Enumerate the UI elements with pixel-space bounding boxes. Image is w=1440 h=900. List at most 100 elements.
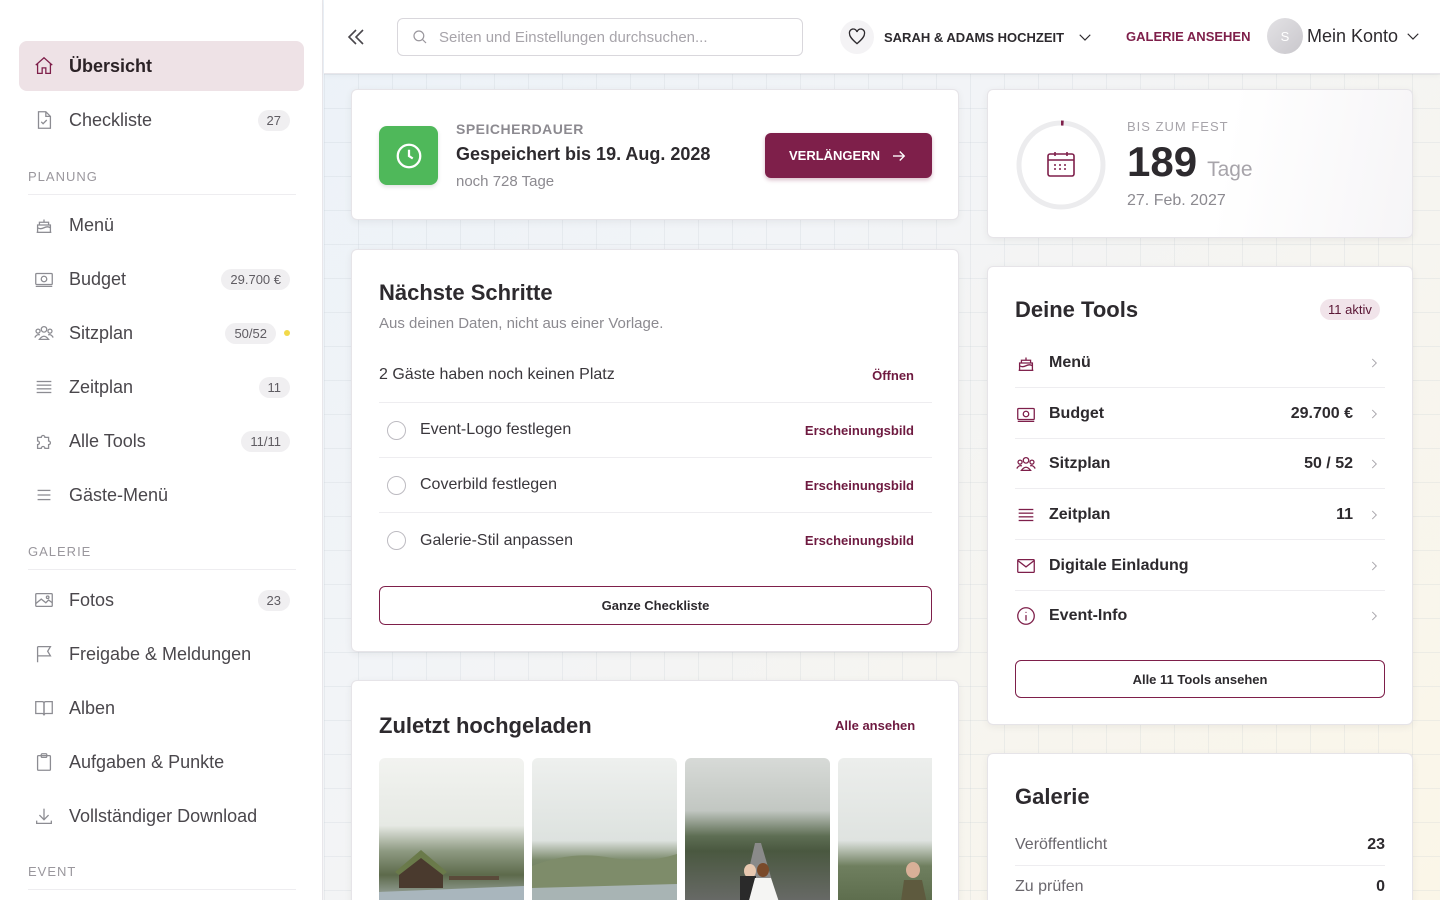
sidebar-item-albums[interactable]: Alben: [19, 683, 304, 733]
full-checklist-button[interactable]: Ganze Checkliste: [379, 586, 932, 625]
all-tools-button[interactable]: Alle 11 Tools ansehen: [1015, 660, 1385, 698]
sidebar-item-overview[interactable]: Übersicht: [19, 41, 304, 91]
countdown-date: 27. Feb. 2027: [1127, 192, 1226, 209]
extend-button[interactable]: VERLÄNGERN: [765, 133, 932, 178]
sidebar-item-seating[interactable]: Sitzplan 50/52: [19, 308, 304, 358]
gallery-stat-value: 23: [1367, 835, 1385, 853]
tools-title: Deine Tools: [1015, 297, 1139, 322]
sidebar-item-photos[interactable]: Fotos 23: [19, 575, 304, 625]
task-checkbox[interactable]: [387, 531, 406, 550]
open-link[interactable]: Öffnen: [872, 368, 914, 383]
count-badge: 50/52: [225, 322, 276, 344]
sidebar-item-label: Budget: [69, 268, 127, 289]
money-icon: [19, 268, 69, 290]
task-checkbox[interactable]: [387, 420, 406, 440]
sidebar-item-guest-menu[interactable]: Gäste-Menü: [19, 470, 304, 520]
sidebar-item-schedule[interactable]: Zeitplan 11: [19, 362, 304, 412]
sidebar-item-checklist[interactable]: Checkliste 27: [19, 95, 304, 145]
uploaded-photo[interactable]: [685, 758, 830, 900]
calendar-icon: [1047, 152, 1075, 177]
section-label-planung: PLANUNG: [28, 169, 296, 195]
count-badge: 23: [257, 589, 290, 611]
gallery-stat-label: Zu prüfen: [1015, 878, 1084, 895]
search-icon: [413, 30, 427, 44]
chevron-right-icon: [1371, 459, 1377, 468]
gallery-stat-value: 0: [1376, 878, 1385, 895]
search-input[interactable]: [439, 28, 789, 46]
task-checkbox[interactable]: [387, 475, 406, 495]
view-gallery-link[interactable]: GALERIE ANSEHEN: [1126, 29, 1250, 44]
task-action-link[interactable]: Erscheinungsbild: [805, 478, 914, 493]
sidebar-item-label: Vollständiger Download: [69, 805, 258, 826]
tool-value: 50 / 52: [1304, 454, 1353, 472]
next-steps-subtitle: Aus deinen Daten, nicht aus einer Vorlag…: [379, 315, 664, 332]
tool-row-budget[interactable]: Budget 29.700 €: [1015, 389, 1385, 439]
next-steps-title: Nächste Schritte: [379, 280, 553, 305]
recent-uploads-card: Zuletzt hochgeladen Alle ansehen: [351, 680, 959, 900]
tool-value: 11: [1336, 505, 1353, 523]
sidebar-item-label: Sitzplan: [69, 322, 134, 343]
task-action-link[interactable]: Erscheinungsbild: [805, 533, 914, 548]
collapse-sidebar-button[interactable]: [344, 25, 370, 51]
heart-icon: [840, 20, 874, 54]
view-all-uploads-link[interactable]: Alle ansehen: [835, 718, 915, 733]
sidebar-item-sharing[interactable]: Freigabe & Meldungen: [19, 629, 304, 679]
sidebar-item-tasks[interactable]: Aufgaben & Punkte: [19, 737, 304, 787]
countdown-unit: Tage: [1207, 158, 1253, 181]
sidebar-item-budget[interactable]: Budget 29.700 €: [19, 254, 304, 304]
account-label: Mein Konto: [1307, 25, 1399, 46]
section-label-event: EVENT: [28, 864, 296, 890]
document-icon: [19, 109, 69, 131]
tool-row-schedule[interactable]: Zeitplan 11: [1015, 490, 1385, 540]
chevron-right-icon: [1371, 409, 1377, 418]
envelope-icon: [1017, 558, 1035, 573]
countdown-card: BIS ZUM FEST 189 Tage 27. Feb. 2027: [987, 89, 1413, 238]
clock-icon: [379, 126, 438, 185]
info-row: 2 Gäste haben noch keinen Platz Öffnen: [379, 348, 932, 403]
tool-row-menu[interactable]: Menü: [1015, 338, 1385, 388]
section-label-galerie: GALERIE: [28, 544, 296, 570]
task-row: Event-Logo festlegen Erscheinungsbild: [379, 403, 932, 458]
sidebar-item-menu[interactable]: Menü: [19, 200, 304, 250]
gallery-title: Galerie: [1015, 784, 1090, 809]
chevron-down-icon: [1398, 23, 1422, 50]
tool-row-event-info[interactable]: Event-Info: [1015, 591, 1385, 641]
task-action-link[interactable]: Erscheinungsbild: [805, 423, 914, 438]
sidebar-item-label: Checkliste: [69, 109, 153, 130]
tool-row-seating[interactable]: Sitzplan 50 / 52: [1015, 439, 1385, 489]
tool-row-invitation[interactable]: Digitale Einladung: [1015, 541, 1385, 591]
book-icon: [19, 697, 69, 719]
tool-name: Zeitplan: [1049, 505, 1111, 523]
top-header: SARAH & ADAMS HOCHZEIT GALERIE ANSEHEN S…: [324, 0, 1440, 74]
chevron-right-icon: [1371, 561, 1377, 570]
active-tools-badge: 11 aktiv: [1320, 299, 1380, 320]
account-menu[interactable]: S Mein Konto: [1267, 18, 1422, 54]
info-icon: [1017, 607, 1035, 625]
puzzle-icon: [19, 430, 69, 452]
uploaded-photo[interactable]: [532, 758, 677, 900]
list-icon: [19, 376, 69, 398]
tool-name: Digitale Einladung: [1049, 556, 1189, 574]
event-switcher[interactable]: SARAH & ADAMS HOCHZEIT: [840, 20, 1094, 54]
list-icon: [1018, 508, 1034, 521]
image-icon: [19, 589, 69, 611]
sidebar-item-download[interactable]: Vollständiger Download: [19, 791, 304, 841]
gallery-stat-label: Veröffentlicht: [1015, 835, 1108, 853]
tool-value: 29.700 €: [1290, 404, 1353, 422]
chevron-right-icon: [1371, 510, 1377, 519]
uploaded-photo[interactable]: [379, 758, 524, 900]
next-steps-card: Nächste Schritte Aus deinen Daten, nicht…: [351, 249, 959, 652]
search-box[interactable]: [397, 18, 803, 56]
sidebar-item-label: Übersicht: [69, 55, 153, 76]
uploaded-photo[interactable]: [838, 758, 932, 900]
double-chevron-left-icon: [347, 29, 364, 45]
cake-icon: [1018, 357, 1034, 371]
tool-name: Sitzplan: [1049, 454, 1111, 472]
sidebar-item-label: Aufgaben & Punkte: [69, 751, 225, 772]
sidebar-item-label: Alle Tools: [69, 430, 146, 451]
sidebar-item-all-tools[interactable]: Alle Tools 11/11: [19, 416, 304, 466]
chevron-right-icon: [1371, 611, 1377, 621]
storage-kicker: SPEICHERDAUER: [456, 121, 584, 137]
task-row: Galerie-Stil anpassen Erscheinungsbild: [379, 513, 932, 568]
count-badge: 29.700 €: [221, 268, 290, 290]
